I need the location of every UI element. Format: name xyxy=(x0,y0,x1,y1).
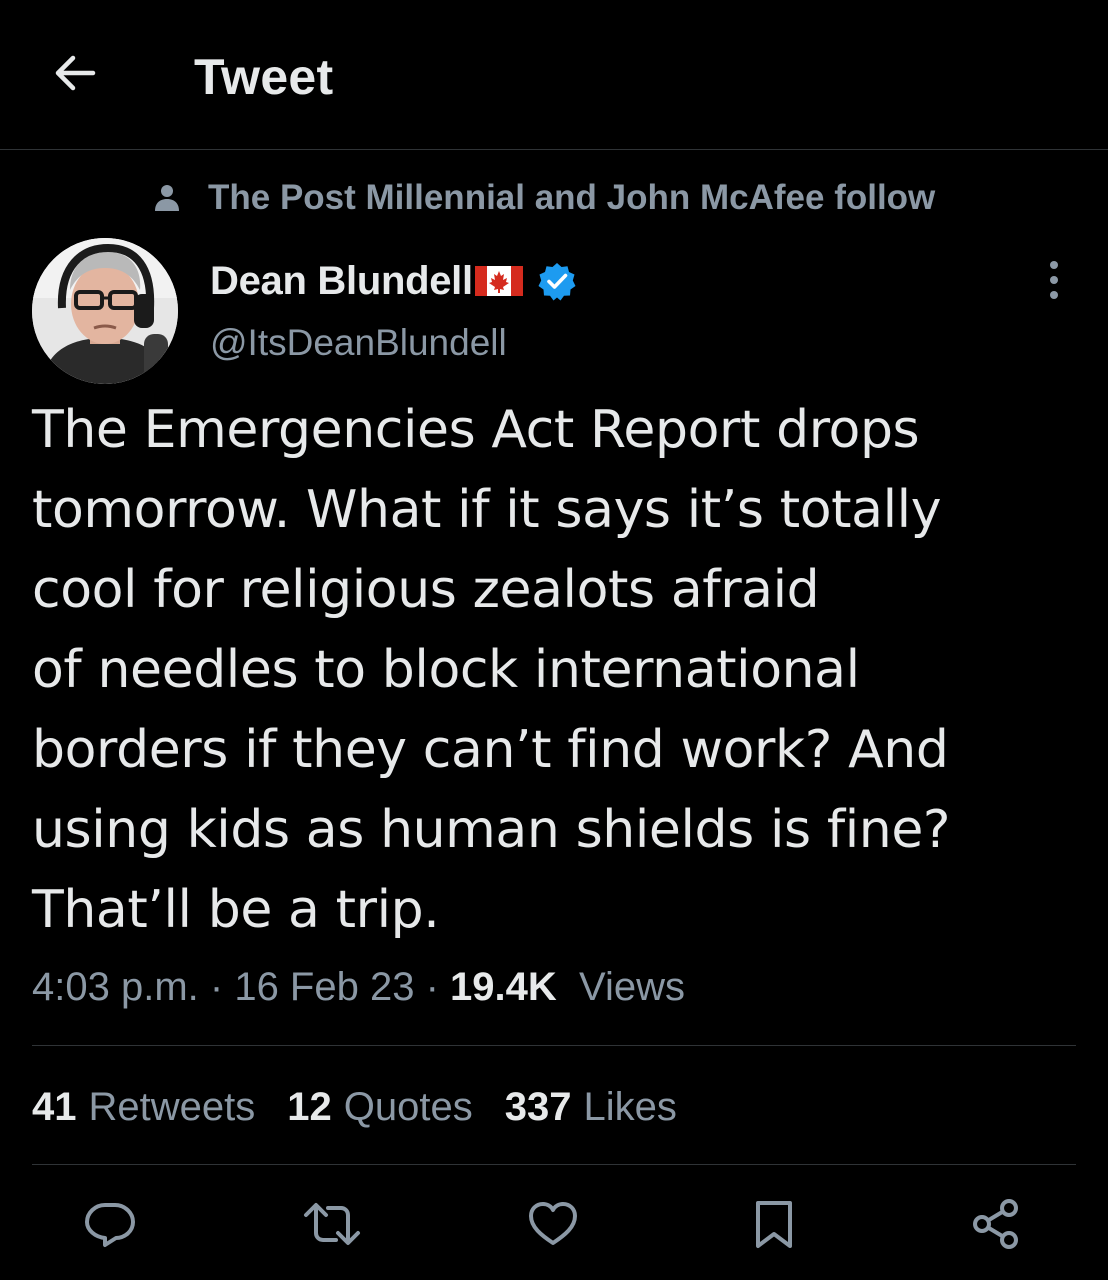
share-button[interactable] xyxy=(966,1196,1026,1256)
likes-count: 337 xyxy=(504,1085,572,1129)
person-icon xyxy=(150,181,184,215)
retweet-button[interactable] xyxy=(302,1196,362,1256)
tweet-date[interactable]: 16 Feb 23 xyxy=(234,965,414,1009)
engagement-stats: 41 Retweets 12 Quotes 337 Likes xyxy=(32,1082,709,1132)
likes-label: Likes xyxy=(583,1085,677,1129)
tweet-metadata: 4:03 p.m. · 16 Feb 23 · 19.4K Views xyxy=(32,962,685,1012)
verified-badge-icon[interactable] xyxy=(537,261,577,301)
reply-icon xyxy=(83,1197,137,1256)
like-icon xyxy=(526,1197,580,1256)
page-title: Tweet xyxy=(194,49,334,105)
author-display-name[interactable]: Dean Blundell xyxy=(210,259,473,304)
more-vertical-icon xyxy=(1047,260,1061,305)
author-name-row[interactable]: Dean Blundell xyxy=(210,256,577,306)
back-button[interactable] xyxy=(46,46,104,104)
divider xyxy=(32,1164,1076,1165)
reply-button[interactable] xyxy=(80,1196,140,1256)
quotes-count: 12 xyxy=(287,1085,332,1129)
views-count: 19.4K xyxy=(450,965,568,1009)
meta-separator: · xyxy=(425,965,451,1009)
bookmark-icon xyxy=(751,1197,797,1256)
tweet-actions xyxy=(0,1196,1108,1266)
views-label: Views xyxy=(579,965,685,1009)
arrow-left-icon xyxy=(51,49,99,102)
tweet-text: The Emergencies Act Report drops tomorro… xyxy=(32,400,951,940)
avatar[interactable] xyxy=(32,238,178,384)
more-options-button[interactable] xyxy=(1030,258,1078,306)
retweets-stat[interactable]: 41 Retweets xyxy=(32,1082,255,1132)
meta-separator: · xyxy=(209,965,235,1009)
retweets-label: Retweets xyxy=(88,1085,256,1129)
divider xyxy=(32,1045,1076,1046)
like-button[interactable] xyxy=(523,1196,583,1256)
author-handle[interactable]: @ItsDeanBlundell xyxy=(210,320,507,366)
retweet-icon xyxy=(302,1197,362,1256)
share-icon xyxy=(969,1197,1023,1256)
social-context[interactable]: The Post Millennial and John McAfee foll… xyxy=(150,176,935,220)
quotes-stat[interactable]: 12 Quotes xyxy=(287,1082,472,1132)
social-context-text: The Post Millennial and John McAfee foll… xyxy=(208,178,936,217)
retweets-count: 41 xyxy=(32,1085,77,1129)
top-bar: Tweet xyxy=(0,0,1108,150)
bookmark-button[interactable] xyxy=(744,1196,804,1256)
likes-stat[interactable]: 337 Likes xyxy=(505,1082,677,1132)
tweet-time[interactable]: 4:03 p.m. xyxy=(32,965,199,1009)
canada-flag-icon xyxy=(474,266,523,296)
quotes-label: Quotes xyxy=(343,1085,473,1129)
